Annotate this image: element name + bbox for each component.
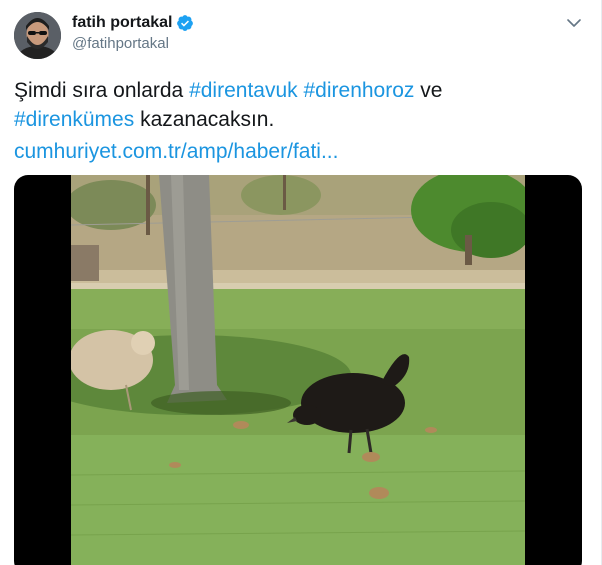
tweet-text-end: kazanacaksın. (134, 108, 275, 131)
article-link[interactable]: cumhuriyet.com.tr/amp/haber/fati... (14, 140, 338, 163)
avatar[interactable] (14, 12, 61, 59)
hashtag-direnhoroz[interactable]: #direnhoroz (304, 79, 415, 102)
display-name[interactable]: fatih portakal (72, 14, 172, 32)
tweet-card: fatih portakal @fatihportakal Şimdi sıra… (0, 0, 602, 565)
video-scene-icon (71, 175, 525, 565)
tweet-text: Şimdi sıra onlarda #direntavuk #direnhor… (14, 76, 584, 134)
hashtag-direntavuk[interactable]: #direntavuk (189, 79, 298, 102)
verified-badge-icon (177, 15, 194, 31)
author-name-row: fatih portakal (72, 12, 194, 34)
tweet-link-line: cumhuriyet.com.tr/amp/haber/fati... (14, 137, 338, 166)
hashtag-direnkumes[interactable]: #direnkümes (14, 108, 134, 131)
tweet-text-ve: ve (414, 79, 443, 102)
chevron-down-icon[interactable] (565, 14, 583, 32)
profile-photo-icon (14, 12, 61, 59)
tweet-text-intro: Şimdi sıra onlarda (14, 79, 190, 102)
user-handle[interactable]: @fatihportakal (72, 35, 169, 52)
video-player[interactable] (14, 175, 582, 565)
video-thumbnail (71, 175, 525, 565)
